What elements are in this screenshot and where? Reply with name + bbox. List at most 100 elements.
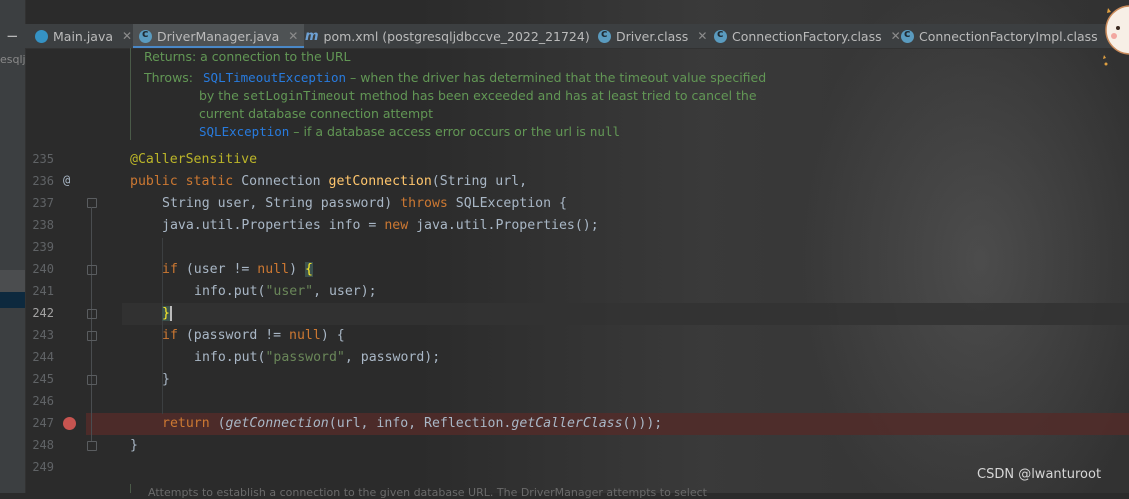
code-token: String user, String password)	[162, 196, 401, 211]
fold-marker-icon[interactable]	[87, 198, 97, 208]
keyword-token: new	[384, 218, 409, 233]
line-number: 246	[32, 394, 54, 408]
close-icon[interactable]: ✕	[288, 29, 298, 43]
keyword-token: return	[162, 416, 210, 431]
collapse-icon[interactable]: −	[6, 27, 19, 45]
type-token: Connection	[241, 174, 321, 189]
code-token: java.util.Properties info =	[162, 218, 385, 233]
keyword-token: throws	[400, 196, 448, 211]
doc-throws-label: Throws:	[144, 70, 194, 85]
fold-marker-icon[interactable]	[87, 309, 97, 319]
tab-label: Driver.class	[616, 28, 689, 44]
code-token: (user !=	[177, 262, 258, 277]
tab-pom-xml[interactable]: m pom.xml (postgresqljdbccve_2022_21724)…	[305, 24, 609, 48]
keyword-token: null	[257, 262, 290, 277]
maven-icon: m	[305, 28, 319, 44]
code-token: java.util.Properties();	[408, 218, 599, 233]
fold-marker-icon[interactable]	[87, 265, 97, 275]
keyword-token: public	[130, 174, 178, 189]
project-tree-row[interactable]	[0, 270, 25, 292]
project-tool-strip: − esqlj	[0, 0, 26, 493]
tab-connectionfactoryimpl-class[interactable]: ConnectionFactoryImpl.class ✕	[901, 24, 1117, 48]
method-call-token: getCallerClass	[511, 416, 623, 431]
class-file-icon	[714, 27, 727, 43]
doc-throws-line-4: SQLException – if a database access erro…	[199, 123, 620, 141]
tab-driver-class[interactable]: Driver.class ✕	[598, 24, 707, 48]
line-number: 239	[32, 240, 54, 254]
close-icon[interactable]: ✕	[697, 29, 707, 43]
tab-main-java[interactable]: Main.java ✕	[35, 24, 132, 48]
string-token: "password"	[265, 350, 345, 365]
project-tree-fragment[interactable]: esqlj	[0, 53, 26, 66]
code-line-245: }	[162, 369, 170, 391]
code-token: , user);	[313, 284, 377, 299]
line-number: 245	[32, 372, 54, 386]
doc-throws-line-2: by the setLoginTimeout method has been e…	[199, 87, 757, 105]
tab-drivermanager-java[interactable]: DriverManager.java ✕	[133, 24, 305, 48]
code-token: (	[209, 416, 226, 431]
code-line-237: String user, String password) throws SQL…	[162, 193, 567, 215]
editor-gutter[interactable]: 235 236 @ 237 238 239 240 241 242 243 24…	[26, 48, 122, 493]
doc-vertical-bar	[130, 484, 131, 493]
code-line-244: info.put("password", password);	[194, 347, 440, 369]
tab-connectionfactory-class[interactable]: ConnectionFactory.class ✕	[714, 24, 901, 48]
line-number: 249	[32, 460, 54, 474]
close-icon[interactable]: ✕	[122, 29, 132, 43]
code-line-241: info.put("user", user);	[194, 281, 377, 303]
breakpoint-icon[interactable]	[63, 417, 76, 430]
code-line-248: }	[130, 435, 138, 457]
code-token: (url, info, Reflection.	[328, 416, 512, 431]
line-number: 244	[32, 350, 54, 364]
code-line-240: if (user != null) {	[162, 259, 313, 281]
code-token: info.put(	[194, 350, 266, 365]
code-token: ()));	[622, 416, 663, 431]
string-token: "user"	[265, 284, 314, 299]
doc-returns: Returns: a connection to the URL	[144, 49, 351, 64]
code-line-235: @CallerSensitive	[130, 149, 257, 171]
doc-text: by the	[199, 88, 243, 103]
doc-throws-line-1: Throws: SQLTimeoutException – when the d…	[144, 69, 766, 87]
doc-link-sqlexception[interactable]: SQLException	[199, 124, 289, 139]
code-line-238: java.util.Properties info = new java.uti…	[162, 215, 599, 237]
keyword-token: static	[185, 174, 234, 189]
fold-marker-icon[interactable]	[87, 331, 97, 341]
mascot-sticker-icon	[1103, 5, 1129, 66]
method-call-token: getConnection	[225, 416, 329, 431]
current-line-highlight	[122, 303, 1129, 325]
class-file-icon	[598, 27, 611, 43]
method-name-token: getConnection	[328, 174, 432, 189]
matched-brace: }	[162, 306, 172, 321]
keyword-token: if	[162, 262, 178, 277]
doc-text: – if a database access error occurs or t…	[289, 124, 590, 139]
line-number: 237	[32, 196, 54, 210]
tab-label: Main.java	[53, 28, 114, 44]
line-number: 238	[32, 218, 54, 232]
code-line-242: }	[162, 303, 172, 325]
code-line-247: return (getConnection(url, info, Reflect…	[162, 413, 662, 435]
doc-link-sqltimeoutexception[interactable]: SQLTimeoutException	[203, 70, 346, 85]
code-token: SQLException {	[447, 196, 567, 211]
tab-label: ConnectionFactory.class	[732, 28, 882, 44]
code-token: )	[289, 262, 305, 277]
java-class-icon	[35, 29, 48, 43]
keyword-token: if	[162, 328, 178, 343]
tab-label: pom.xml (postgresqljdbccve_2022_21724)	[323, 28, 590, 44]
tab-label: DriverManager.java	[157, 28, 280, 44]
code-line-236: public static Connection getConnection(S…	[130, 171, 527, 193]
code-token: , password);	[344, 350, 441, 365]
line-number-current: 242	[32, 306, 54, 320]
code-token: info.put(	[194, 284, 266, 299]
close-icon[interactable]: ✕	[891, 29, 901, 43]
line-number: 235	[32, 152, 54, 166]
project-tree-selected-row[interactable]	[0, 292, 25, 308]
editor-tab-bar: Main.java ✕ DriverManager.java ✕ m pom.x…	[25, 24, 1129, 49]
keyword-token: null	[289, 328, 321, 343]
doc-text: method has been exceeded and has at leas…	[355, 88, 757, 103]
code-token: ) {	[320, 328, 345, 343]
doc-vertical-bar	[130, 48, 131, 140]
fold-marker-icon[interactable]	[87, 375, 97, 385]
code-line-243: if (password != null) {	[162, 325, 345, 347]
implementation-marker-icon[interactable]: @	[63, 173, 70, 187]
fold-marker-icon[interactable]	[87, 441, 97, 451]
class-file-icon	[901, 27, 914, 43]
